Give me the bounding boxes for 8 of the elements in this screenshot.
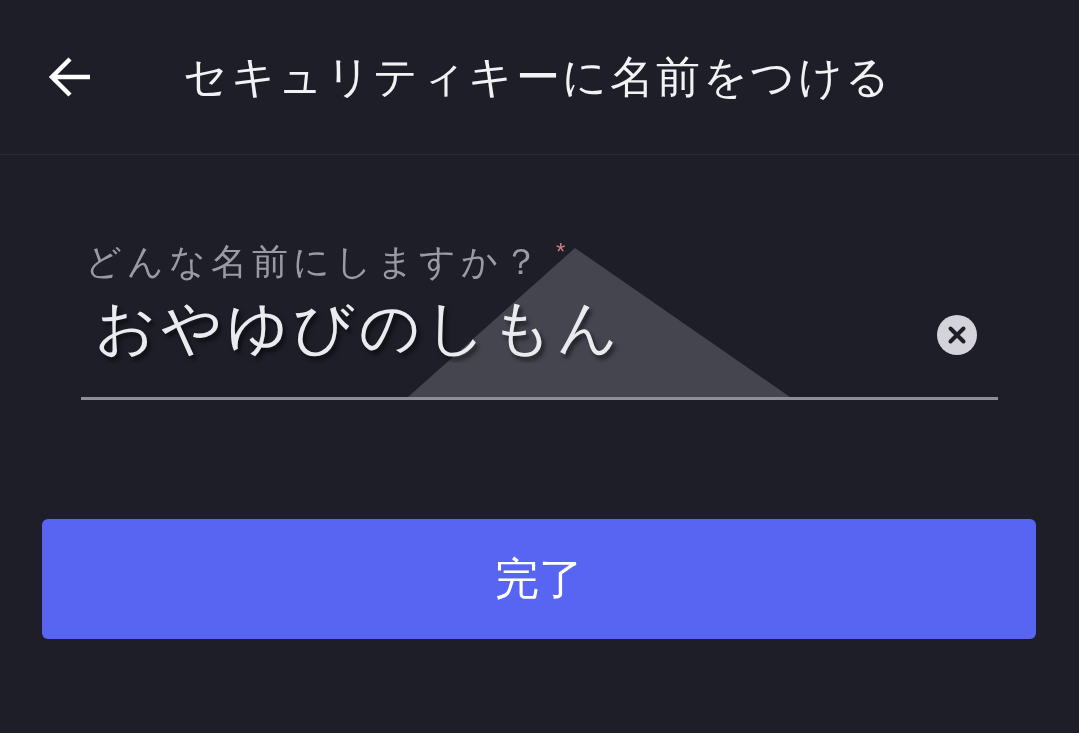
field-label: どんな名前にしますか？: [85, 240, 544, 284]
name-input-field[interactable]: おやゆびのしもん: [81, 293, 929, 363]
done-button[interactable]: 完了: [42, 519, 1036, 639]
clear-icon: [937, 315, 977, 355]
clear-button[interactable]: [937, 315, 977, 355]
required-mark: *: [556, 240, 566, 264]
back-arrow-icon: [48, 57, 90, 97]
page-title: セキュリティキーに名前をつける: [183, 51, 893, 103]
